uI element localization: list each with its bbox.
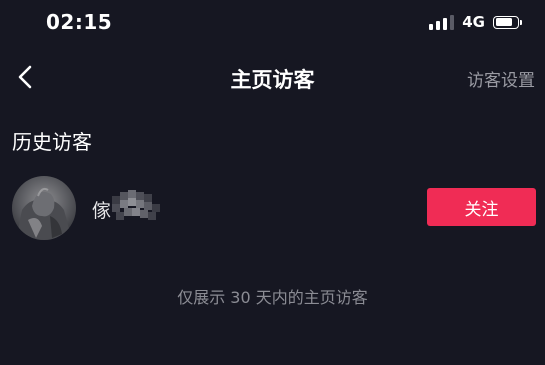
visitor-settings-link[interactable]: 访客设置 <box>467 66 535 91</box>
battery-icon <box>493 15 522 29</box>
status-time: 02:15 <box>46 10 113 34</box>
network-type: 4G <box>462 13 485 31</box>
follow-button[interactable]: 关注 <box>427 188 536 226</box>
avatar[interactable] <box>12 176 76 240</box>
name-mosaic <box>112 190 160 220</box>
visitor-screen: 02:15 4G 主页访客 访客设置 历史访客 傢 关注 仅展示 30 天内的主… <box>0 0 545 365</box>
section-title: 历史访客 <box>12 130 92 154</box>
status-indicators: 4G <box>429 12 522 32</box>
chevron-left-icon <box>18 65 32 89</box>
signal-icon <box>429 14 455 30</box>
visitor-name[interactable]: 傢 <box>92 196 111 223</box>
visitor-list-item[interactable]: 傢 关注 <box>0 172 545 244</box>
back-button[interactable] <box>10 60 40 94</box>
battery-level <box>495 18 513 26</box>
page-title: 主页访客 <box>230 68 315 92</box>
avatar-image <box>12 176 76 240</box>
footer-note: 仅展示 30 天内的主页访客 <box>177 288 368 307</box>
